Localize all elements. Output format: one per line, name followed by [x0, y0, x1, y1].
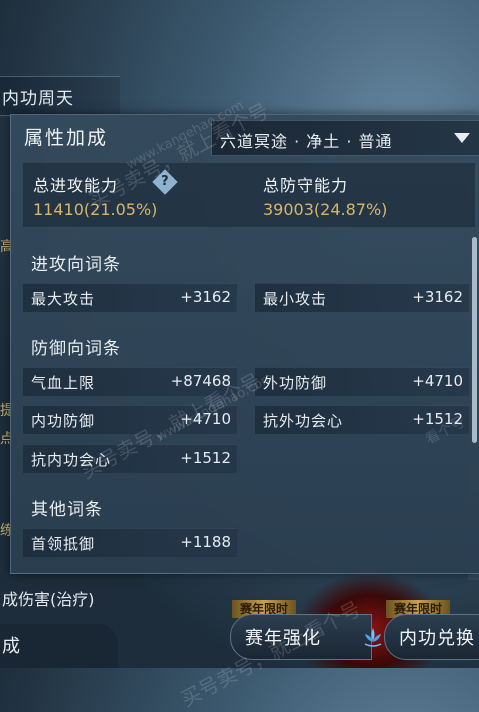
- stat-row: 抗外功会心 +1512: [255, 405, 469, 434]
- bg-tab-neigong[interactable]: 内功周天: [0, 76, 120, 116]
- bg-heal-damage-row: 成伤害(治疗): [0, 580, 112, 614]
- dropdown-value: 六道冥途 · 净土 · 普通: [220, 132, 393, 151]
- power-summary: 总进攻能力 ? 11410(21.05%) 总防守能力 39003(24.87%…: [23, 163, 475, 227]
- bg-tab-label: 内功周天: [2, 89, 74, 109]
- total-defense-value: 39003(24.87%): [263, 200, 388, 219]
- event-button-neigong-exchange[interactable]: 内功兑换: [384, 614, 479, 660]
- stat-name: 首领抵御: [31, 535, 96, 553]
- panel-title: 属性加成: [24, 127, 109, 149]
- section-title-offense: 进攻向词条: [31, 255, 121, 275]
- stat-value: +3162: [180, 288, 231, 306]
- stat-value: +87468: [170, 372, 231, 390]
- bg-bottom-button-label: 成: [2, 636, 20, 657]
- stat-row: 内功防御 +4710: [23, 405, 237, 434]
- stat-name: 抗内功会心: [31, 451, 112, 469]
- event-button-label: 内功兑换: [399, 628, 475, 649]
- lotus-icon: [364, 628, 382, 647]
- stat-value: +3162: [412, 288, 463, 306]
- bg-heal-damage-label: 成伤害(治疗): [2, 590, 95, 609]
- total-attack-label: 总进攻能力: [33, 176, 119, 195]
- stat-row: 最小攻击 +3162: [255, 283, 469, 312]
- section-title-other: 其他词条: [31, 500, 103, 520]
- chevron-down-icon: [454, 133, 470, 143]
- bg-bottom-button[interactable]: 成: [0, 624, 118, 668]
- stat-name: 最大攻击: [31, 290, 96, 308]
- scrollbar[interactable]: [472, 237, 477, 443]
- stat-value: +4710: [180, 410, 231, 428]
- attribute-bonus-panel: 属性加成 六道冥途 · 净土 · 普通 总进攻能力 ? 11410(21.05%…: [10, 114, 479, 574]
- stat-row: 抗内功会心 +1512: [23, 444, 237, 473]
- stat-value: +1512: [180, 449, 231, 467]
- section-title-defense: 防御向词条: [31, 339, 121, 359]
- stat-row: 气血上限 +87468: [23, 367, 237, 396]
- stat-row: 最大攻击 +3162: [23, 283, 237, 312]
- stat-name: 外功防御: [263, 374, 328, 392]
- stat-name: 内功防御: [31, 412, 96, 430]
- stat-value: +4710: [412, 372, 463, 390]
- total-attack-value: 11410(21.05%): [33, 200, 158, 219]
- stat-name: 最小攻击: [263, 290, 328, 308]
- stat-name: 抗外功会心: [263, 412, 344, 430]
- stat-row: 外功防御 +4710: [255, 367, 469, 396]
- event-button-year-enhance[interactable]: 赛年强化: [230, 614, 382, 660]
- help-icon[interactable]: ?: [152, 169, 178, 195]
- dungeon-select-dropdown[interactable]: 六道冥途 · 净土 · 普通: [211, 120, 479, 156]
- event-button-label: 赛年强化: [245, 628, 321, 649]
- total-defense-label: 总防守能力: [263, 176, 349, 195]
- stat-row: 首领抵御 +1188: [23, 528, 237, 557]
- stat-value: +1188: [180, 533, 231, 551]
- stat-value: +1512: [412, 410, 463, 428]
- stat-name: 气血上限: [31, 374, 96, 392]
